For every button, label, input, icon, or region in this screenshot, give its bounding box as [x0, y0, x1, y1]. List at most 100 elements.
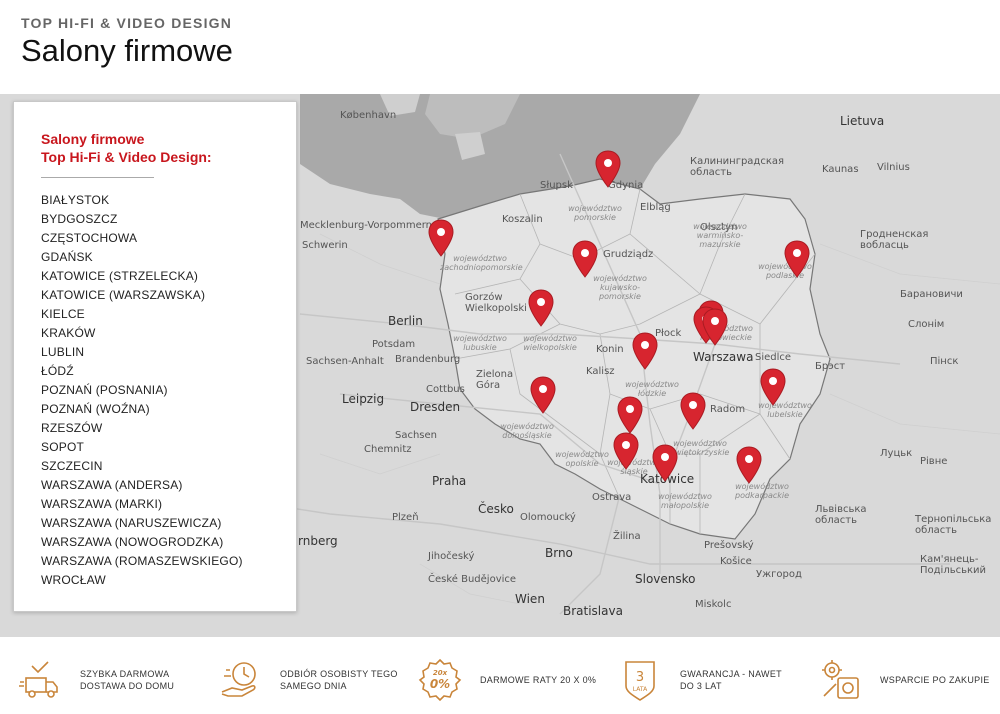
region-podkarpackie: województwo podkarpackie — [734, 482, 790, 500]
map-label-praha: Praha — [432, 474, 467, 488]
map-label-kobenhavn: København — [340, 110, 397, 121]
store-link-warszawa-andersa[interactable]: WARSZAWA (ANDERSA) — [41, 476, 296, 495]
delivery-truck-icon — [19, 660, 58, 698]
badge-main-text: 0% — [430, 677, 450, 691]
map-label-konin: Konin — [596, 344, 624, 355]
map-pin-icon — [617, 396, 643, 434]
map-label-dresden: Dresden — [410, 400, 461, 414]
map-label-kaliningrad: Калининградская область — [690, 156, 785, 178]
feature-delivery: SZYBKA DARMOWA DOSTAWA DO DOMU — [0, 645, 200, 714]
store-link-bialystok[interactable]: BIAŁYSTOK — [41, 191, 296, 210]
pin-rzeszow[interactable] — [736, 446, 762, 484]
pin-szczecin[interactable] — [428, 219, 454, 257]
store-link-sopot[interactable]: SOPOT — [41, 438, 296, 457]
map-label-gorzow: Gorzów Wielkopolski — [465, 292, 527, 314]
store-link-bydgoszcz[interactable]: BYDGOSZCZ — [41, 210, 296, 229]
feature-pickup-line2: SAMEGO DNIA — [280, 680, 347, 691]
pin-lublin[interactable] — [760, 368, 786, 406]
store-link-wroclaw[interactable]: WROCŁAW — [41, 571, 296, 590]
store-list: BIAŁYSTOK BYDGOSZCZ CZĘSTOCHOWA GDAŃSK K… — [41, 191, 296, 590]
map-pin-icon — [760, 368, 786, 406]
store-link-lublin[interactable]: LUBLIN — [41, 343, 296, 362]
pin-katowice-a[interactable] — [613, 432, 639, 470]
map-pin-icon — [736, 446, 762, 484]
panel-title-line2: Top Hi-Fi & Video Design: — [41, 149, 212, 165]
region-pomorskie: województwo pomorskie — [568, 204, 622, 222]
map-label-nurnberg: rnberg — [298, 534, 338, 548]
store-link-szczecin[interactable]: SZCZECIN — [41, 457, 296, 476]
feature-support-line1: WSPARCIE PO ZAKUPIE — [880, 674, 990, 685]
clock-hand-icon — [221, 661, 256, 697]
map-label-slovensko: Slovensko — [635, 572, 696, 586]
map-label-plock: Płock — [655, 328, 682, 339]
map-pin-icon — [784, 240, 810, 278]
page-header: TOP HI-FI & VIDEO DESIGN Salony firmowe — [21, 14, 921, 70]
map-label-kalisz: Kalisz — [586, 366, 615, 377]
store-link-krakow[interactable]: KRAKÓW — [41, 324, 296, 343]
pin-wroclaw[interactable] — [530, 376, 556, 414]
pin-bydgoszcz[interactable] — [572, 240, 598, 278]
map-label-brest: Брэст — [815, 361, 846, 372]
map-label-rivne: Рівне — [920, 456, 948, 467]
support-gear-icon — [822, 659, 859, 699]
warranty-shield-icon: 3 LATA — [625, 660, 655, 701]
pin-bialystok[interactable] — [784, 240, 810, 278]
store-link-rzeszow[interactable]: RZESZÓW — [41, 419, 296, 438]
map-label-slupsk: Słupsk — [540, 180, 573, 191]
shield-text: LATA — [633, 686, 648, 693]
pin-czestochowa[interactable] — [617, 396, 643, 434]
pin-kielce[interactable] — [680, 392, 706, 430]
map-label-wien: Wien — [515, 592, 545, 606]
store-link-katowice-strzelecka[interactable]: KATOWICE (STRZELECKA) — [41, 267, 296, 286]
map-label-presov: Prešovský — [704, 540, 754, 551]
brand-eyebrow: TOP HI-FI & VIDEO DESIGN — [21, 15, 233, 31]
region-kujawsko: województwo kujawsko-pomorskie — [593, 274, 647, 301]
pin-krakow[interactable] — [652, 444, 678, 482]
map-pin-icon — [613, 432, 639, 470]
store-link-poznan-wozna[interactable]: POZNAŃ (WOŹNA) — [41, 400, 296, 419]
map-label-vilnius: Vilnius — [877, 162, 910, 173]
map-label-potsdam: Potsdam — [372, 339, 416, 350]
store-link-warszawa-nowogrodzka[interactable]: WARSZAWA (NOWOGRODZKA) — [41, 533, 296, 552]
pin-warszawa-c[interactable] — [702, 308, 728, 346]
page-title: Salony firmowe — [21, 33, 233, 68]
store-link-katowice-warszawska[interactable]: KATOWICE (WARSZAWSKA) — [41, 286, 296, 305]
pin-lodz[interactable] — [632, 332, 658, 370]
store-link-gdansk[interactable]: GDAŃSK — [41, 248, 296, 267]
map-label-ostrava: Ostrava — [592, 492, 632, 503]
map-label-chemnitz: Chemnitz — [364, 444, 412, 455]
store-link-warszawa-romaszewskiego[interactable]: WARSZAWA (ROMASZEWSKIEGO) — [41, 552, 296, 571]
badge-top-text: 20x — [433, 669, 448, 677]
map-pin-icon — [680, 392, 706, 430]
map-label-koszalin: Koszalin — [502, 214, 543, 225]
map-label-radom: Radom — [710, 404, 746, 415]
feature-warranty-line2: DO 3 LAT — [680, 680, 722, 691]
map-label-siedlce: Siedlce — [755, 352, 792, 363]
region-lubuskie: województwo lubuskie — [453, 334, 507, 352]
region-warminsko: województwo warmińsko-mazurskie — [693, 222, 747, 249]
store-link-lodz[interactable]: ŁÓDŹ — [41, 362, 296, 381]
features-bar: SZYBKA DARMOWA DOSTAWA DO DOMU ODBIÓR OS… — [0, 645, 1000, 714]
region-malopolskie: województwo małopolskie — [658, 492, 712, 510]
panel-divider — [41, 177, 154, 178]
map-label-zilina: Žilina — [613, 531, 641, 542]
percent-badge-icon: 20x 0% — [418, 658, 462, 701]
store-link-kielce[interactable]: KIELCE — [41, 305, 296, 324]
map-label-ceske-budejovice: České Budějovice — [428, 574, 517, 585]
pin-poznan[interactable] — [528, 289, 554, 327]
feature-delivery-line1: SZYBKA DARMOWA — [80, 668, 170, 679]
shield-number: 3 — [636, 670, 644, 685]
store-link-warszawa-naruszewicza[interactable]: WARSZAWA (NARUSZEWICZA) — [41, 514, 296, 533]
pin-gdansk-sopot[interactable] — [595, 150, 621, 188]
feature-support: WSPARCIE PO ZAKUPIE — [800, 645, 1000, 714]
map-label-berlin: Berlin — [388, 314, 423, 328]
feature-installments-line1: DARMOWE RATY 20 X 0% — [480, 674, 597, 685]
store-link-czestochowa[interactable]: CZĘSTOCHOWA — [41, 229, 296, 248]
map-label-uzhorod: Ужгород — [756, 569, 802, 580]
map-label-pinsk: Пінск — [930, 356, 959, 367]
map-label-miskolc: Miskolc — [695, 599, 732, 610]
map-label-brno: Brno — [545, 546, 573, 560]
map-pin-icon — [595, 150, 621, 188]
store-link-warszawa-marki[interactable]: WARSZAWA (MARKI) — [41, 495, 296, 514]
store-link-poznan-posnania[interactable]: POZNAŃ (POSNANIA) — [41, 381, 296, 400]
